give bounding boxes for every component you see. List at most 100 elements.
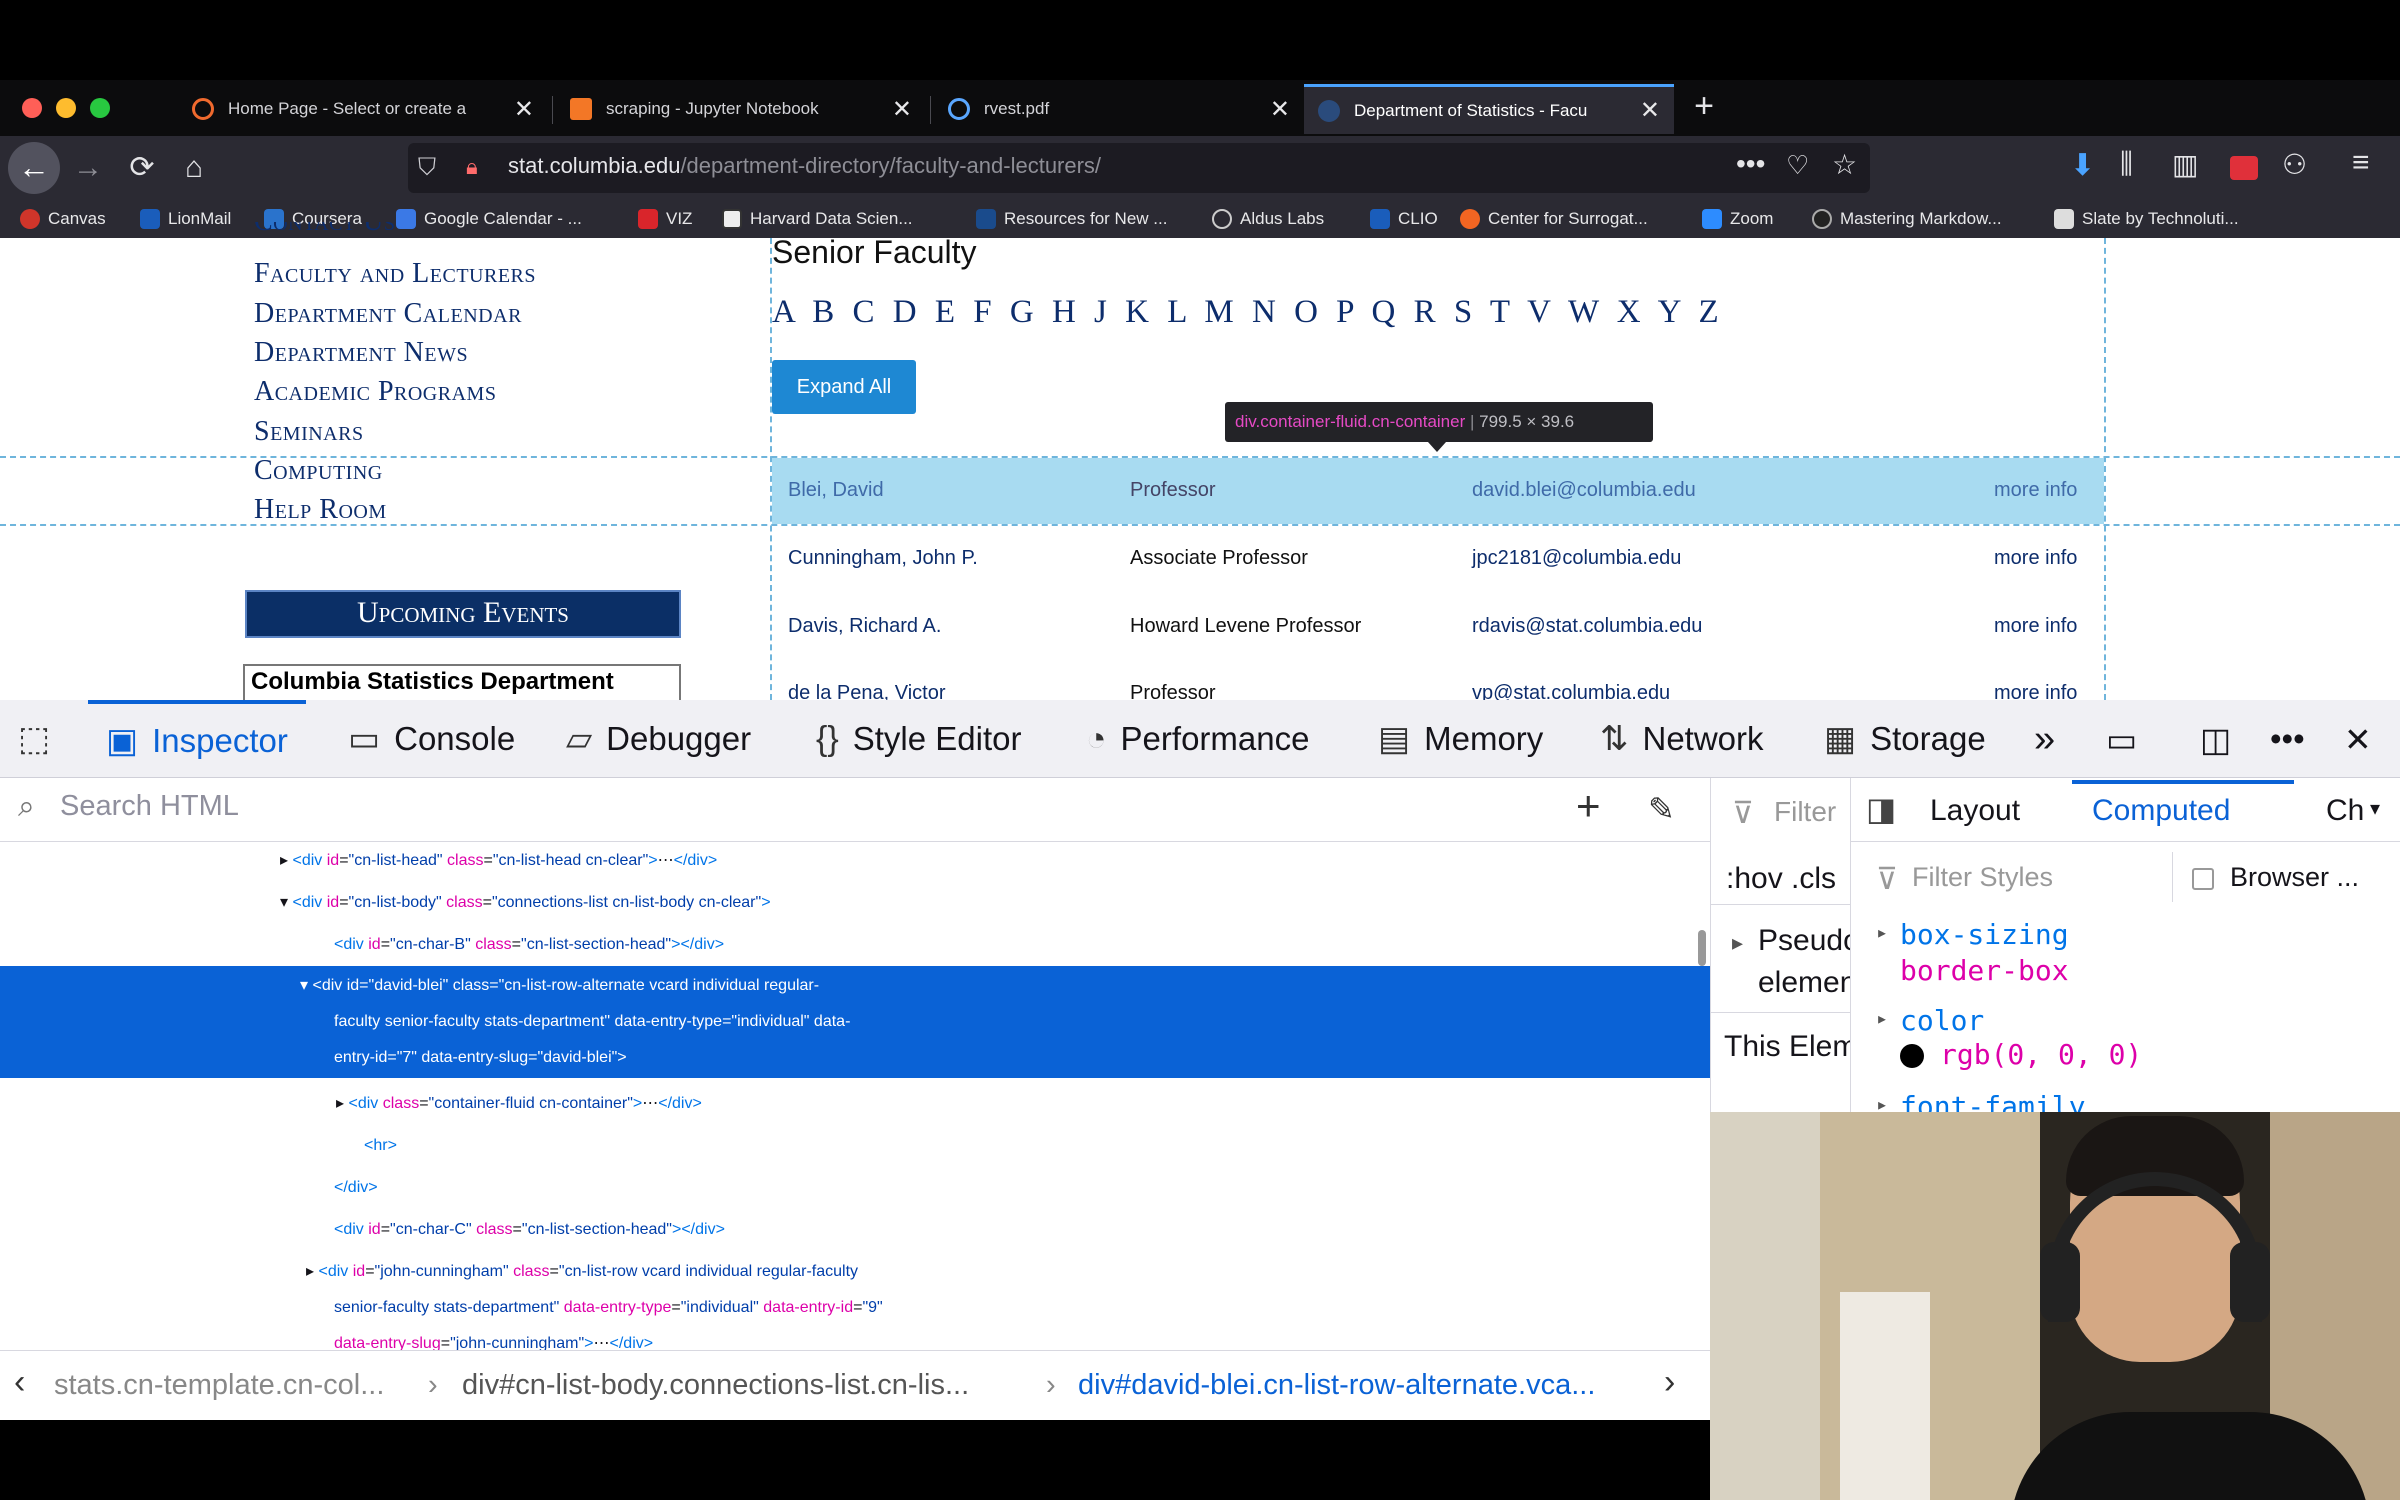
- sidebar-item-help-room[interactable]: Help Room: [254, 494, 387, 526]
- search-html-input[interactable]: Search HTML: [60, 790, 239, 823]
- pocket-icon[interactable]: ♡: [1786, 150, 1809, 181]
- tab-network[interactable]: ⇅ Network: [1600, 700, 1764, 778]
- bookmark-aldus-labs[interactable]: Aldus Labs: [1212, 206, 1324, 232]
- sidebar-toggle-icon[interactable]: ▥: [2172, 148, 2198, 181]
- selected-tree-node[interactable]: ▾ <div id="david-blei" class="cn-list-ro…: [0, 966, 1710, 1078]
- more-info-link[interactable]: more info: [1994, 479, 2077, 502]
- add-node-icon[interactable]: +: [1576, 782, 1601, 830]
- tab-changes[interactable]: Ch: [2326, 794, 2364, 828]
- toggle-pane-icon[interactable]: ◨: [1866, 790, 1896, 828]
- faculty-email[interactable]: rdavis@stat.columbia.edu: [1472, 615, 1702, 638]
- bookmark-harvard-data-science[interactable]: Harvard Data Scien...: [722, 206, 913, 232]
- expand-prop-icon[interactable]: ▸: [1876, 920, 1888, 944]
- tree-node[interactable]: ▾ <div id="cn-list-body" class="connecti…: [280, 885, 771, 921]
- tree-node[interactable]: <div id="cn-char-C" class="cn-list-secti…: [334, 1212, 725, 1248]
- tree-scrollbar[interactable]: [1698, 930, 1706, 966]
- rules-filter-input[interactable]: Filter: [1774, 796, 1850, 828]
- close-tab-icon[interactable]: ✕: [514, 95, 534, 124]
- bookmark-star-icon[interactable]: ☆: [1832, 148, 1857, 181]
- tree-node[interactable]: ▸ <div class="container-fluid cn-contain…: [336, 1086, 702, 1122]
- tab-home-page[interactable]: Home Page - Select or create a ✕: [178, 84, 548, 134]
- tree-node[interactable]: <hr>: [364, 1128, 397, 1164]
- page-actions-icon[interactable]: •••: [1736, 148, 1765, 180]
- faculty-name[interactable]: Davis, Richard A.: [788, 615, 941, 638]
- computed-prop[interactable]: color: [1900, 1004, 1984, 1037]
- breadcrumb-item[interactable]: div#david-blei.cn-list-row-alternate.vca…: [1078, 1369, 1595, 1402]
- bookmark-google-calendar[interactable]: Google Calendar - ...: [396, 206, 582, 232]
- tree-node[interactable]: <div id="cn-char-B" class="cn-list-secti…: [334, 927, 724, 963]
- expand-prop-icon[interactable]: ▸: [1876, 1006, 1888, 1030]
- tab-rvest-pdf[interactable]: rvest.pdf ✕: [934, 84, 1304, 134]
- hov-cls-toggles[interactable]: :hov .cls: [1726, 862, 1846, 896]
- sidebar-item-seminars[interactable]: Seminars: [254, 416, 364, 448]
- tab-style-editor[interactable]: {} Style Editor: [816, 700, 1021, 778]
- sidebar-item-calendar[interactable]: Department Calendar: [254, 298, 522, 330]
- adblock-icon[interactable]: [2230, 156, 2258, 180]
- tree-node[interactable]: ▸ <div id="cn-list-head" class="cn-list-…: [280, 843, 717, 879]
- faculty-name[interactable]: Cunningham, John P.: [788, 547, 978, 570]
- shield-icon[interactable]: ⛉: [418, 154, 436, 182]
- sidebar-item-faculty[interactable]: Faculty and Lecturers: [254, 258, 536, 290]
- tree-node[interactable]: senior-faculty stats-department" data-en…: [334, 1290, 883, 1326]
- computed-prop[interactable]: box-sizing: [1900, 918, 2069, 951]
- tab-inspector[interactable]: ▣ Inspector: [88, 700, 306, 778]
- faculty-email[interactable]: jpc2181@columbia.edu: [1472, 547, 1681, 570]
- faculty-name[interactable]: Blei, David: [788, 479, 884, 502]
- computed-prop[interactable]: font-family: [1900, 1090, 2085, 1112]
- tree-node[interactable]: </div>: [334, 1170, 378, 1206]
- filter-styles-input[interactable]: Filter Styles: [1912, 862, 2053, 893]
- breadcrumb-item[interactable]: div#cn-list-body.connections-list.cn-lis…: [462, 1369, 969, 1402]
- breadcrumb-right-icon[interactable]: ›: [1664, 1363, 1675, 1402]
- faculty-email[interactable]: vp@stat.columbia.edu: [1472, 682, 1670, 700]
- tab-memory[interactable]: ▤ Memory: [1378, 700, 1543, 778]
- tab-department-statistics[interactable]: Department of Statistics - Facu ✕: [1304, 84, 1674, 134]
- close-window-icon[interactable]: [22, 98, 42, 118]
- account-icon[interactable]: ⚇: [2282, 148, 2307, 181]
- alphabet-index[interactable]: A B C D E F G H J K L M N O P Q R S T V …: [772, 294, 1724, 331]
- tab-debugger[interactable]: ▱ Debugger: [566, 700, 751, 778]
- bookmark-zoom[interactable]: Zoom: [1702, 206, 1773, 232]
- menu-icon[interactable]: ≡: [2352, 146, 2370, 180]
- element-picker-icon[interactable]: ⬚: [18, 700, 64, 778]
- faculty-email[interactable]: david.blei@columbia.edu: [1472, 479, 1696, 502]
- close-tab-icon[interactable]: ✕: [892, 95, 912, 124]
- url-text[interactable]: stat.columbia.edu/department-directory/f…: [508, 153, 1101, 179]
- new-tab-icon[interactable]: +: [1682, 84, 1726, 128]
- more-info-link[interactable]: more info: [1994, 682, 2077, 700]
- bookmark-slate[interactable]: Slate by Technoluti...: [2054, 206, 2239, 232]
- dock-side-icon[interactable]: ◫: [2200, 700, 2231, 778]
- more-tools-icon[interactable]: »: [2034, 700, 2055, 778]
- devtools-menu-icon[interactable]: •••: [2270, 700, 2305, 778]
- tab-performance[interactable]: ◔ Performance: [1086, 700, 1309, 778]
- eyedropper-icon[interactable]: ✎: [1648, 790, 1675, 828]
- expand-all-button[interactable]: Expand All: [772, 360, 916, 414]
- more-info-link[interactable]: more info: [1994, 615, 2077, 638]
- home-icon[interactable]: ⌂: [172, 146, 216, 190]
- reload-icon[interactable]: ⟳: [120, 146, 164, 190]
- more-info-link[interactable]: more info: [1994, 547, 2077, 570]
- bookmark-resources[interactable]: Resources for New ...: [976, 206, 1167, 232]
- faculty-name[interactable]: de la Pena, Victor: [788, 682, 946, 700]
- breadcrumb-left-icon[interactable]: ‹: [14, 1363, 25, 1402]
- bookmark-lionmail[interactable]: LionMail: [140, 206, 231, 232]
- bookmark-canvas[interactable]: Canvas: [20, 206, 106, 232]
- tab-console[interactable]: ▭ Console: [348, 700, 515, 778]
- tree-node[interactable]: data-entry-slug="john-cunningham">⋯</div…: [334, 1326, 653, 1350]
- maximize-window-icon[interactable]: [90, 98, 110, 118]
- back-icon[interactable]: ←: [8, 142, 60, 194]
- minimize-window-icon[interactable]: [56, 98, 76, 118]
- bookmark-center-surrogate[interactable]: Center for Surrogat...: [1460, 206, 1648, 232]
- tab-computed[interactable]: Computed: [2092, 794, 2230, 828]
- bookmark-clio[interactable]: CLIO: [1370, 206, 1438, 232]
- tab-storage[interactable]: ▦ Storage: [1824, 700, 1986, 778]
- sidebar-item-news[interactable]: Department News: [254, 337, 468, 369]
- library-icon[interactable]: ⫼: [2120, 148, 2133, 181]
- tree-node[interactable]: ▸ <div id="john-cunningham" class="cn-li…: [306, 1254, 858, 1290]
- expand-pseudo-icon[interactable]: ▸: [1732, 930, 1743, 956]
- breadcrumb-item[interactable]: stats.cn-template.cn-col...: [54, 1369, 384, 1402]
- bookmark-viz[interactable]: VIZ: [638, 206, 692, 232]
- close-devtools-icon[interactable]: ✕: [2344, 700, 2372, 778]
- forward-icon[interactable]: →: [66, 146, 110, 190]
- close-tab-icon[interactable]: ✕: [1640, 96, 1660, 125]
- insecure-lock-icon[interactable]: 🔒︎: [466, 154, 478, 180]
